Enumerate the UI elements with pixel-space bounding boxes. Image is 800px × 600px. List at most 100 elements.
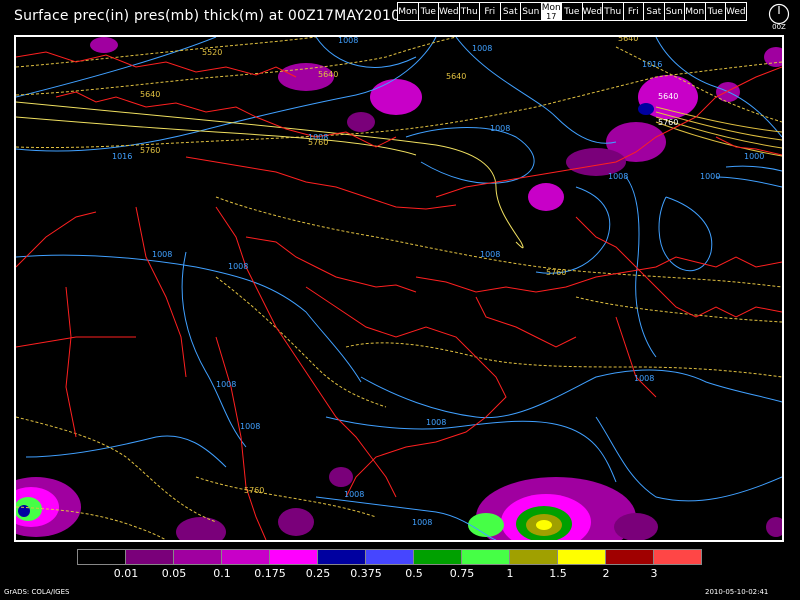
day-cell[interactable]: Mon 17 [540, 2, 562, 21]
day-cell[interactable]: Sun [520, 2, 542, 21]
coastline [245, 236, 417, 293]
legend-label: 0.75 [449, 567, 475, 580]
day-cell[interactable]: Thu [458, 2, 480, 21]
coastline [305, 286, 507, 498]
day-cell[interactable]: Tue [704, 2, 726, 21]
legend-swatch [125, 549, 174, 565]
day-cell[interactable]: Wed [438, 2, 460, 21]
map-title: Surface prec(in) pres(mb) thick(m) at 00… [14, 8, 401, 24]
day-label: Tue [564, 7, 580, 17]
pressure-contour [25, 435, 227, 468]
thickness-label: 5520 [202, 48, 222, 57]
day-cell[interactable]: Sun [663, 2, 685, 21]
day-cell[interactable]: Sat [499, 2, 521, 21]
map-panel[interactable]: 1008 1008 1008 1008 1016 1016 1008 1008 … [14, 35, 784, 542]
pressure-label: 1008 [480, 250, 500, 259]
day-selector[interactable]: Mon Tue Wed Thu Fri Sat Sun Mon 17 Tue Wed Thu Fri Sa… [397, 2, 747, 21]
pressure-label: 1008 [216, 380, 236, 389]
pressure-label: 1008 [152, 250, 172, 259]
legend-swatch [557, 549, 606, 565]
legend-swatch [605, 549, 654, 565]
precip-area [638, 103, 654, 115]
coastline [475, 296, 577, 348]
day-label: Sat [646, 7, 662, 17]
precip-areas [16, 37, 782, 540]
day-cell[interactable]: Thu [602, 2, 624, 21]
legend-label: 0.175 [254, 567, 286, 580]
day-label: Tue [707, 7, 723, 17]
pressure-label: 1008 [472, 44, 492, 53]
color-legend [77, 549, 702, 565]
legend-label: 0.05 [161, 567, 187, 580]
pressure-contour [325, 416, 617, 483]
map-canvas: 1008 1008 1008 1008 1016 1016 1008 1008 … [16, 37, 782, 540]
day-label: Sun [522, 7, 540, 17]
legend-swatch [413, 549, 462, 565]
legend-label: 2 [602, 567, 610, 580]
legend-label: 0.25 [305, 567, 331, 580]
pressure-label: 1008 [240, 422, 260, 431]
coastline [55, 91, 397, 148]
day-cell[interactable]: Tue [561, 2, 583, 21]
day-label: Thu [604, 7, 622, 17]
day-cell[interactable]: Sat [643, 2, 665, 21]
coastline [16, 51, 297, 78]
thickness-label: 5760 [140, 146, 160, 155]
pressure-label: 1008 [338, 37, 358, 45]
coastline [575, 216, 782, 318]
legend-swatch [509, 549, 558, 565]
day-cell[interactable]: Wed [725, 2, 747, 21]
clock-icon [768, 3, 790, 25]
day-label: Fri [627, 7, 639, 17]
thickness-contour [215, 276, 387, 408]
coastline [415, 256, 782, 293]
thickness-contour [215, 196, 782, 288]
coastline [215, 336, 267, 540]
pressure-contour [625, 176, 657, 358]
thickness-label: 5640 [140, 90, 160, 99]
day-label: Wed [726, 7, 746, 17]
day-cell[interactable]: Tue [417, 2, 439, 21]
legend-label: 1.5 [549, 567, 567, 580]
pressure-contour [16, 254, 362, 383]
thickness-label: 5760 [244, 486, 264, 495]
legend-label: 1 [506, 567, 514, 580]
pressure-contour [595, 416, 782, 502]
precip-area [329, 467, 353, 487]
day-label: Fri [484, 7, 496, 17]
day-cell[interactable]: Mon [684, 2, 706, 21]
legend-label: 0.5 [405, 567, 423, 580]
pressure-label: 1016 [112, 152, 132, 161]
pressure-label: 1008 [490, 124, 510, 133]
pressure-label: 1000 [744, 152, 764, 161]
precip-area [614, 513, 658, 540]
precip-area [18, 505, 30, 517]
pressure-label: 1016 [642, 60, 662, 69]
day-cell[interactable]: Fri [479, 2, 501, 21]
thickness-label: 5640 [446, 72, 466, 81]
day-label: Wed [582, 7, 603, 17]
legend-label: 0.1 [213, 567, 231, 580]
precip-area [90, 37, 118, 53]
coastline [16, 211, 97, 268]
pressure-label: 1008 [608, 172, 628, 181]
pressure-label: 1008 [228, 262, 248, 271]
day-cell[interactable]: Mon [397, 2, 419, 21]
day-label: Sun [665, 7, 683, 17]
day-cell[interactable]: Fri [622, 2, 644, 21]
pressure-label: 1008 [634, 374, 654, 383]
thickness-label: 5640 [658, 92, 678, 101]
legend-swatch [317, 549, 366, 565]
day-label: Wed [439, 7, 459, 17]
pressure-contour [181, 251, 247, 448]
thickness-label: 5640 [618, 37, 638, 43]
precip-area [528, 183, 564, 211]
legend-swatch [653, 549, 702, 565]
precip-area [347, 112, 375, 132]
day-label: Mon [398, 7, 418, 17]
legend-label: 0.01 [113, 567, 139, 580]
precip-area [370, 79, 422, 115]
legend-label: 3 [650, 567, 658, 580]
day-cell[interactable]: Wed [581, 2, 603, 21]
render-timestamp: 2010-05-10-02:41 [705, 588, 769, 596]
